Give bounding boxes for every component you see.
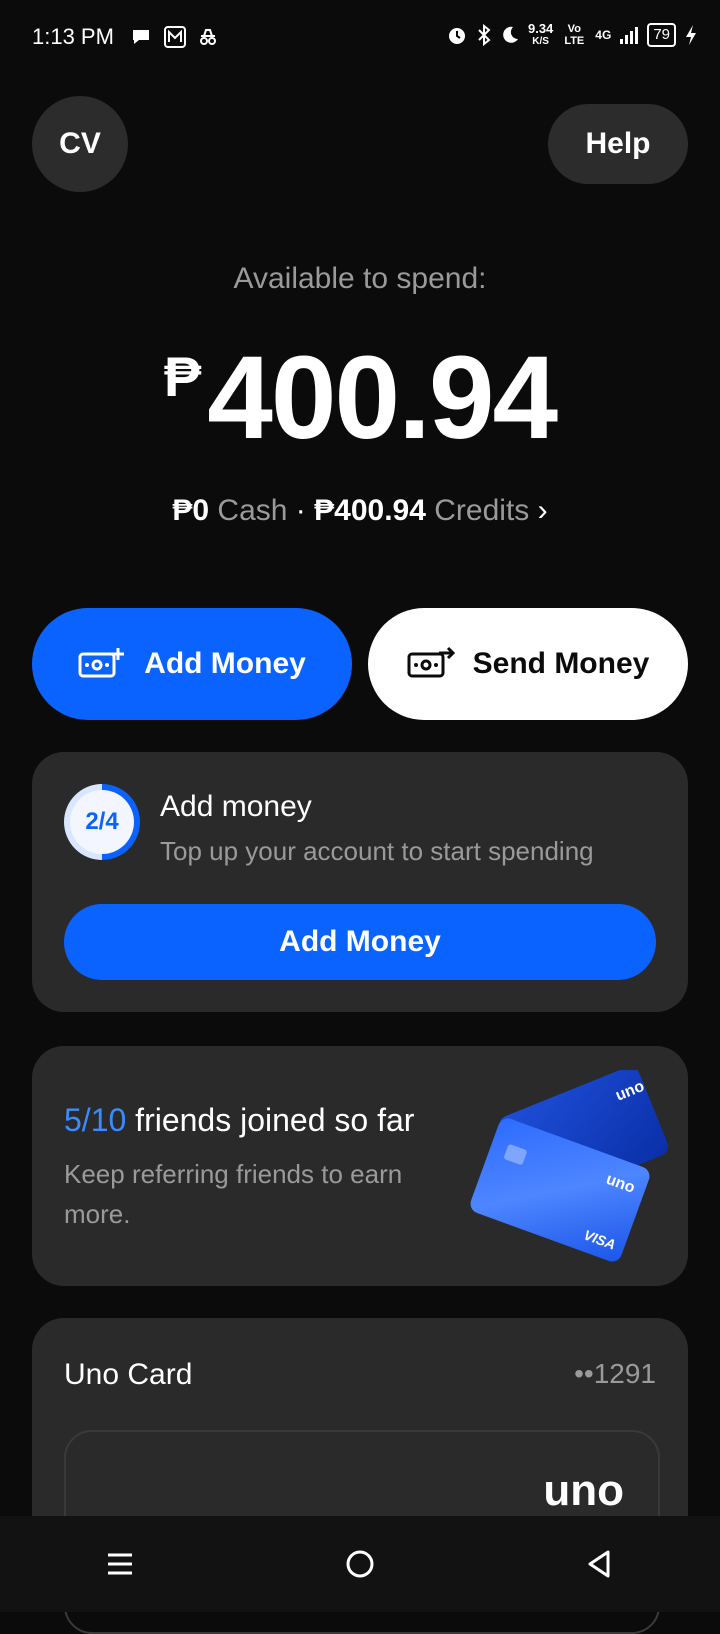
referral-card[interactable]: 5/10 friends joined so far Keep referrin… xyxy=(32,1046,688,1286)
back-icon[interactable] xyxy=(584,1548,616,1580)
referral-title-text: friends joined so far xyxy=(135,1102,415,1138)
referral-count: 5/10 xyxy=(64,1102,127,1138)
incognito-icon xyxy=(200,29,216,45)
send-money-button[interactable]: Send Money xyxy=(368,608,688,720)
referral-subtitle: Keep referring friends to earn more. xyxy=(64,1159,403,1229)
uno-card-title: Uno Card xyxy=(64,1358,193,1391)
status-system-icons: 9.34 K/S Vo LTE 4G 79 xyxy=(446,22,698,48)
cash-label: Cash xyxy=(217,494,288,527)
send-money-label: Send Money xyxy=(472,647,650,680)
status-notification-icons xyxy=(130,26,218,48)
uno-card-number: ••1291 xyxy=(574,1358,656,1389)
progress-step: 2/4 xyxy=(70,790,134,854)
signal-icon xyxy=(620,27,639,44)
signal-label: 4G xyxy=(595,28,612,42)
moon-icon xyxy=(503,26,518,43)
credits-amount: ₱400.94 xyxy=(314,494,426,527)
chevron-right-icon: › xyxy=(537,494,548,527)
status-time: 1:13 PM xyxy=(32,24,114,49)
volte-label: Vo LTE xyxy=(564,23,585,47)
charging-icon xyxy=(686,25,696,45)
avatar[interactable]: CV xyxy=(32,96,128,192)
add-money-button[interactable]: Add Money xyxy=(32,608,352,720)
available-label: Available to spend: xyxy=(233,262,487,295)
alarm-icon xyxy=(448,28,465,44)
progress-title: Add money xyxy=(160,790,312,823)
add-cash-icon xyxy=(78,648,125,678)
system-nav-bar xyxy=(0,1516,720,1612)
bluetooth-icon xyxy=(478,24,491,46)
help-button[interactable]: Help xyxy=(548,104,688,184)
balance-amount: ₱400.94 xyxy=(0,330,720,466)
uno-logo: uno xyxy=(543,1466,624,1515)
progress-subtitle: Top up your account to start spending xyxy=(160,836,594,866)
onboarding-progress-card: 2/4 Add money Top up your account to sta… xyxy=(32,752,688,1012)
home-icon[interactable] xyxy=(344,1548,376,1580)
chat-icon xyxy=(133,30,149,44)
breakdown-separator: · xyxy=(295,494,306,527)
cards-illustration: uno uno VISA xyxy=(470,1070,669,1262)
progress-add-money-button[interactable]: Add Money xyxy=(64,904,656,980)
balance-breakdown[interactable]: ₱0 Cash · ₱400.94 Credits › xyxy=(0,494,720,528)
cash-amount: ₱0 xyxy=(172,494,210,527)
balance-value: 400.94 xyxy=(207,332,558,464)
add-money-label: Add Money xyxy=(144,647,306,680)
referral-title: 5/10 friends joined so far xyxy=(64,1102,414,1139)
net-speed-unit: K/S xyxy=(532,36,549,47)
send-cash-icon xyxy=(407,646,455,678)
balance-currency: ₱ xyxy=(163,345,202,408)
m-app-icon xyxy=(164,26,186,48)
progress-ring: 2/4 xyxy=(64,784,140,860)
net-speed: 9.34 xyxy=(527,21,554,36)
credits-label: Credits xyxy=(434,494,530,527)
menu-icon[interactable] xyxy=(104,1548,136,1580)
battery-indicator: 79 xyxy=(647,23,676,47)
